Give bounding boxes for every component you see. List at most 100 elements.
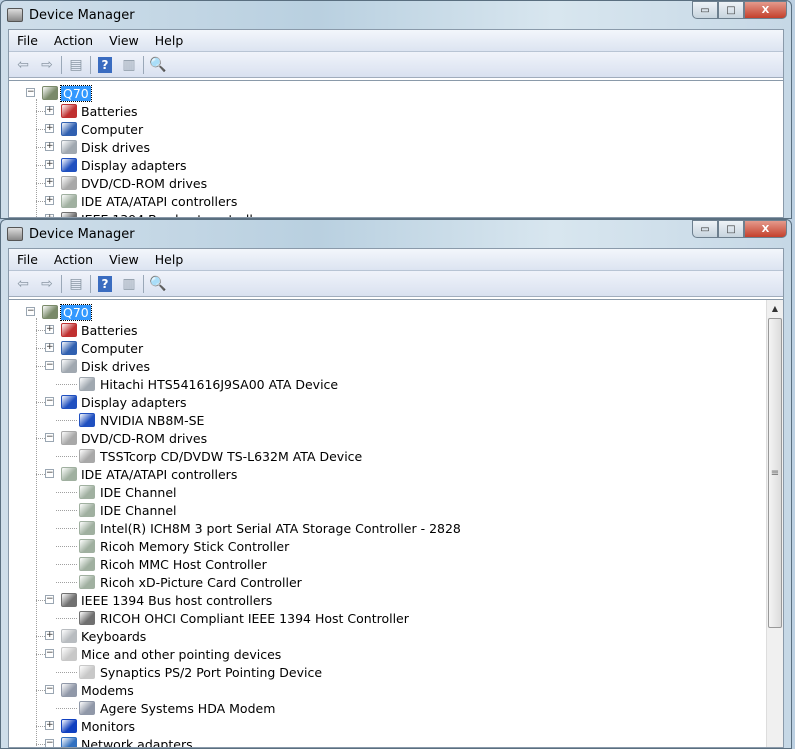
scrollbar-thumb[interactable]: ≡ <box>768 318 782 628</box>
collapse-button[interactable]: − <box>45 361 54 370</box>
tree-item[interactable]: Synaptics PS/2 Port Pointing Device <box>9 663 769 681</box>
tree-item[interactable]: + Disk drives <box>9 138 769 156</box>
maximize-button[interactable]: □ <box>718 220 744 238</box>
tree-item[interactable]: Ricoh xD-Picture Card Controller <box>9 573 769 591</box>
menu-view[interactable]: View <box>101 33 147 48</box>
expand-button[interactable]: + <box>45 196 54 205</box>
menu-file[interactable]: File <box>9 33 46 48</box>
expand-button[interactable]: + <box>45 631 54 640</box>
tree-item[interactable]: Ricoh Memory Stick Controller <box>9 537 769 555</box>
tree-item[interactable]: − IEEE 1394 Bus host controllers <box>9 591 769 609</box>
tree-item[interactable]: IDE Channel <box>9 501 769 519</box>
tree-item[interactable]: − Network adapters <box>9 735 769 747</box>
device-tree[interactable]: ▲ ≡ − Q70 + Batteries + Computer − Disk drives H… <box>9 299 783 747</box>
scroll-up-button[interactable]: ▲ <box>767 300 783 317</box>
menu-help[interactable]: Help <box>147 252 192 267</box>
battery-icon <box>61 323 77 337</box>
scan-hardware-icon[interactable]: 🔍 <box>148 56 168 74</box>
tree-item[interactable]: − Display adapters <box>9 393 769 411</box>
dvd-drive-icon <box>61 431 77 445</box>
expand-button[interactable]: + <box>45 721 54 730</box>
network-adapter-icon <box>61 737 77 747</box>
minimize-button[interactable]: ▭ <box>692 220 718 238</box>
tree-item-label: Disk drives <box>81 139 150 155</box>
collapse-button[interactable]: − <box>45 397 54 406</box>
tree-item[interactable]: − DVD/CD-ROM drives <box>9 429 769 447</box>
menu-file[interactable]: File <box>9 252 46 267</box>
tree-item[interactable]: NVIDIA NB8M-SE <box>9 411 769 429</box>
toolbar: ⇦ ⇨ ▤? ▥ 🔍 <box>9 52 783 78</box>
tree-item[interactable]: + IDE ATA/ATAPI controllers <box>9 192 769 210</box>
collapse-button[interactable]: − <box>45 433 54 442</box>
expand-button[interactable]: + <box>45 160 54 169</box>
back-arrow-icon[interactable]: ⇦ <box>13 56 33 74</box>
expand-button[interactable]: + <box>45 106 54 115</box>
title-bar[interactable]: Device Manager <box>1 1 791 29</box>
close-button[interactable]: X <box>744 220 787 238</box>
disk-drive-icon <box>79 377 95 391</box>
help-icon[interactable]: ? <box>98 56 112 73</box>
tree-item[interactable]: + Computer <box>9 339 769 357</box>
computer-icon <box>42 305 58 319</box>
scan-hardware-icon[interactable]: 🔍 <box>148 275 168 293</box>
forward-arrow-icon[interactable]: ⇨ <box>37 275 57 293</box>
minimize-button[interactable]: ▭ <box>692 1 718 19</box>
tree-item[interactable]: + Batteries <box>9 321 769 339</box>
tree-item-label: IDE ATA/ATAPI controllers <box>81 193 238 209</box>
tree-item-label: Intel(R) ICH8M 3 port Serial ATA Storage… <box>100 520 461 536</box>
tree-item-label: DVD/CD-ROM drives <box>81 430 208 446</box>
close-button[interactable]: X <box>744 1 787 19</box>
tree-item[interactable]: RICOH OHCI Compliant IEEE 1394 Host Cont… <box>9 609 769 627</box>
tree-item[interactable]: + Keyboards <box>9 627 769 645</box>
tree-item[interactable]: Intel(R) ICH8M 3 port Serial ATA Storage… <box>9 519 769 537</box>
menu-action[interactable]: Action <box>46 252 101 267</box>
maximize-button[interactable]: □ <box>718 1 744 19</box>
show-hide-tree-icon[interactable]: ▤ <box>66 56 86 74</box>
collapse-button[interactable]: − <box>26 88 35 97</box>
tree-item[interactable]: TSSTcorp CD/DVDW TS-L632M ATA Device <box>9 447 769 465</box>
tree-item[interactable]: IDE Channel <box>9 483 769 501</box>
tree-item[interactable]: + IEEE 1394 Bus host controllers <box>9 210 769 217</box>
tree-connector <box>56 492 77 493</box>
menu-view[interactable]: View <box>101 252 147 267</box>
expand-button[interactable]: + <box>45 178 54 187</box>
menu-action[interactable]: Action <box>46 33 101 48</box>
tree-item[interactable]: + Computer <box>9 120 769 138</box>
collapse-button[interactable]: − <box>45 649 54 658</box>
expand-button[interactable]: + <box>45 142 54 151</box>
tree-item[interactable]: + Batteries <box>9 102 769 120</box>
properties-pane-icon[interactable]: ▥ <box>119 56 139 74</box>
forward-arrow-icon[interactable]: ⇨ <box>37 56 57 74</box>
tree-item[interactable]: Ricoh MMC Host Controller <box>9 555 769 573</box>
help-icon[interactable]: ? <box>98 275 112 292</box>
menu-help[interactable]: Help <box>147 33 192 48</box>
collapse-button[interactable]: − <box>45 739 54 747</box>
collapse-button[interactable]: − <box>45 685 54 694</box>
expand-button[interactable]: + <box>45 214 54 217</box>
title-bar[interactable]: Device Manager <box>1 220 791 248</box>
tree-item[interactable]: − Disk drives <box>9 357 769 375</box>
tree-item-label: Disk drives <box>81 358 150 374</box>
tree-item[interactable]: − Modems <box>9 681 769 699</box>
device-tree[interactable]: − Q70 + Batteries + Computer + Disk drives + Disp… <box>9 80 783 217</box>
expand-button[interactable]: + <box>45 343 54 352</box>
collapse-button[interactable]: − <box>45 469 54 478</box>
tree-connector <box>56 384 77 385</box>
tree-item-label: Display adapters <box>81 394 187 410</box>
collapse-button[interactable]: − <box>26 307 35 316</box>
tree-item[interactable]: − Q70 <box>9 303 769 321</box>
tree-item[interactable]: − Mice and other pointing devices <box>9 645 769 663</box>
tree-item[interactable]: − Q70 <box>9 84 769 102</box>
back-arrow-icon[interactable]: ⇦ <box>13 275 33 293</box>
tree-item[interactable]: − IDE ATA/ATAPI controllers <box>9 465 769 483</box>
tree-item[interactable]: + DVD/CD-ROM drives <box>9 174 769 192</box>
properties-pane-icon[interactable]: ▥ <box>119 275 139 293</box>
tree-item[interactable]: Hitachi HTS541616J9SA00 ATA Device <box>9 375 769 393</box>
expand-button[interactable]: + <box>45 124 54 133</box>
tree-item[interactable]: + Monitors <box>9 717 769 735</box>
show-hide-tree-icon[interactable]: ▤ <box>66 275 86 293</box>
tree-item[interactable]: + Display adapters <box>9 156 769 174</box>
expand-button[interactable]: + <box>45 325 54 334</box>
collapse-button[interactable]: − <box>45 595 54 604</box>
tree-item[interactable]: Agere Systems HDA Modem <box>9 699 769 717</box>
